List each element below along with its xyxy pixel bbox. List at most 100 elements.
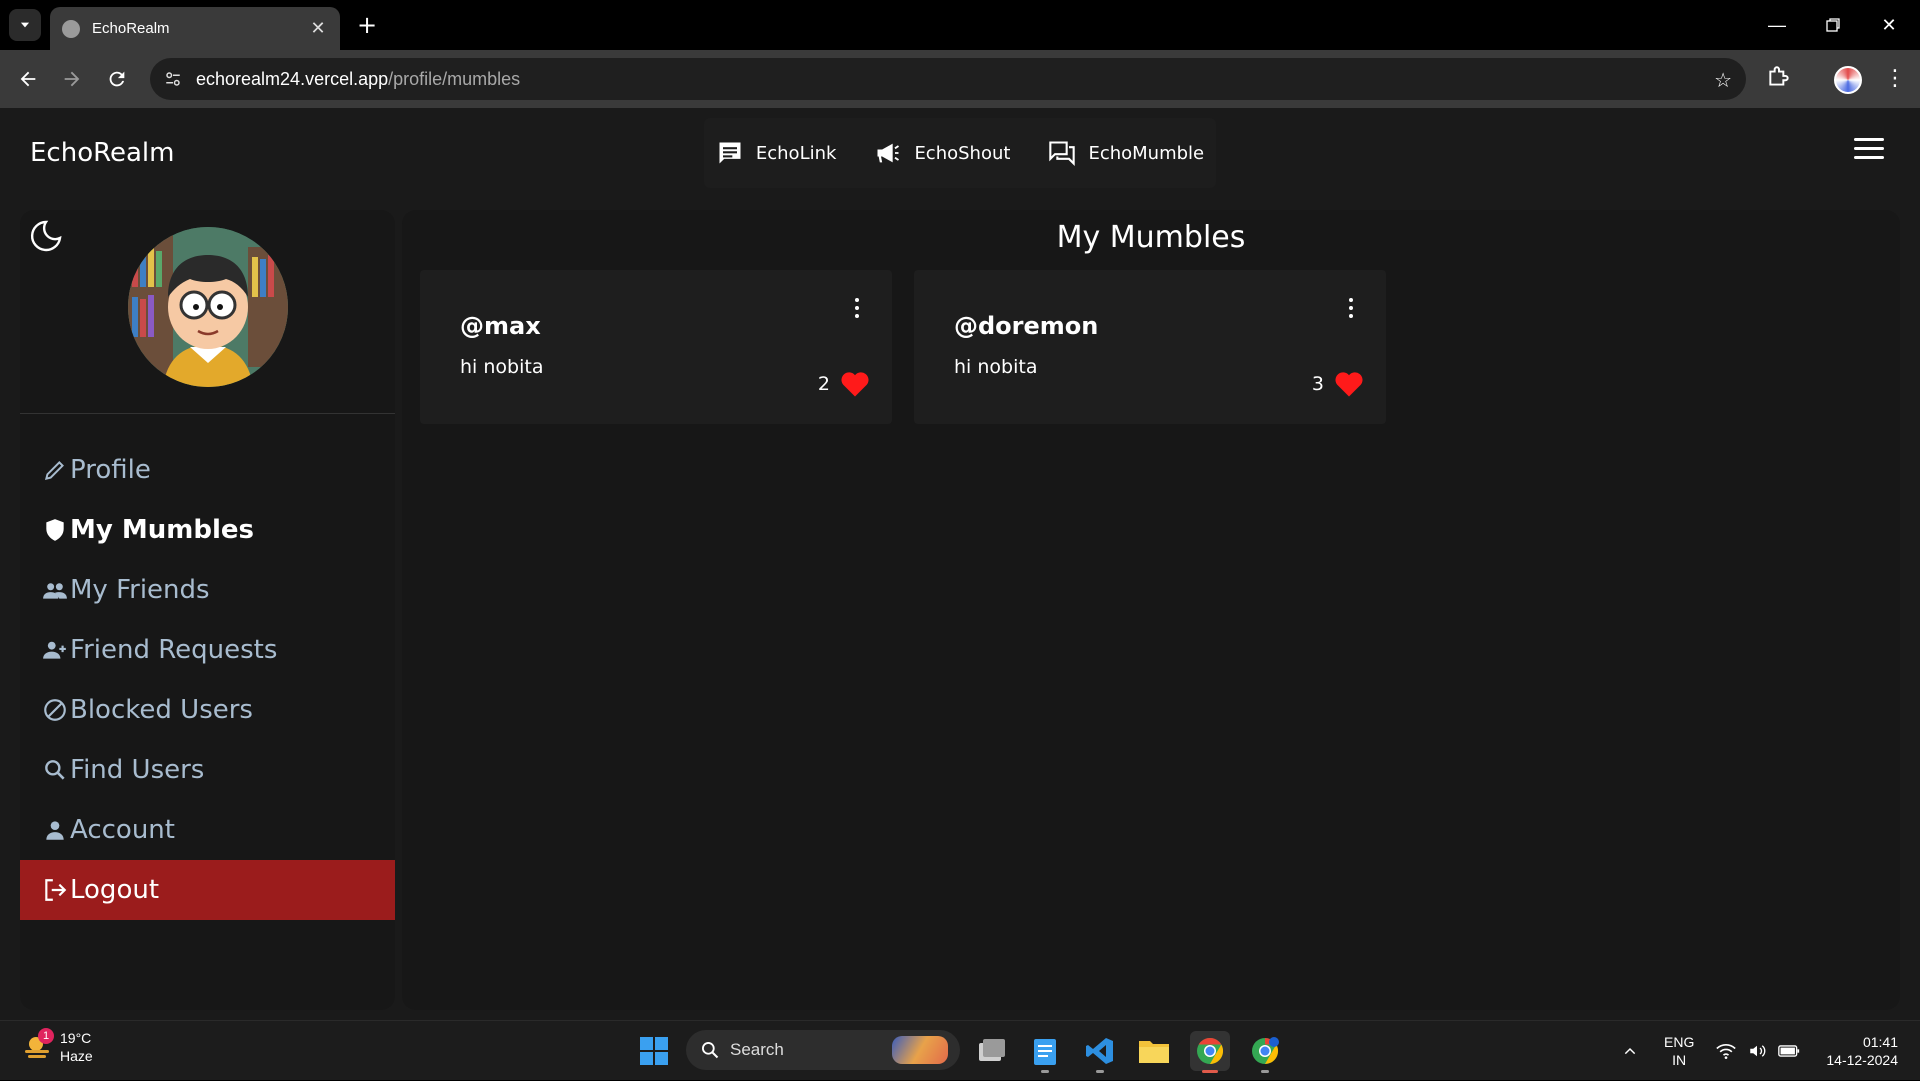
sidebar-item-label: Logout [70,875,160,905]
megaphone-icon [877,143,900,163]
wifi-icon [1716,1044,1736,1059]
sidebar-item-label: My Mumbles [70,515,254,545]
nav-echomumble[interactable]: EchoMumble [1048,139,1204,167]
heart-icon[interactable] [1334,370,1364,398]
chevron-up-icon[interactable] [1622,1021,1638,1081]
heart-icon[interactable] [840,370,870,398]
sidebar-item-label: Friend Requests [70,635,278,665]
restore-icon[interactable] [1810,10,1856,40]
browser-tab[interactable]: EchoRealm ✕ [50,7,340,50]
taskbar-search[interactable]: Search [686,1030,960,1070]
search-icon [45,760,65,780]
star-icon[interactable]: ☆ [1714,68,1732,92]
block-icon [44,699,66,721]
logout-icon [45,879,67,901]
clock-date: 14-12-2024 [1826,1052,1898,1068]
reload-icon[interactable] [101,63,133,95]
vscode-icon[interactable] [1080,1031,1120,1073]
tab-list-icon[interactable] [9,9,41,41]
volume-icon [1750,1045,1766,1057]
mumble-author[interactable]: @doremon [954,312,1098,340]
mumble-text: hi nobita [460,356,544,378]
close-icon[interactable]: ✕ [308,18,328,39]
file-explorer-icon[interactable] [1134,1031,1174,1071]
forum-icon [1049,141,1076,167]
like-control[interactable]: 2 [818,370,870,398]
sidebar-item-blocked-users[interactable]: Blocked Users [20,680,395,740]
moon-icon[interactable] [26,216,66,256]
top-nav: EchoLink EchoShout EchoMumble [704,118,1216,188]
group-icon [43,583,67,599]
new-tab-icon[interactable]: + [352,10,382,40]
person-icon [46,821,64,840]
chrome-icon[interactable] [1190,1031,1230,1073]
lang-bottom: IN [1672,1052,1687,1068]
nav-echolink-label: EchoLink [755,142,837,164]
clock-time: 01:41 [1862,1034,1898,1050]
weather-widget[interactable]: 1 19°C Haze [22,1028,93,1065]
search-label: Search [730,1040,784,1059]
more-vert-icon[interactable] [1346,298,1356,320]
weather-badge: 1 [38,1028,54,1044]
nav-echolink[interactable]: EchoLink [716,139,837,167]
url-path: /profile/mumbles [388,68,521,89]
sidebar-item-profile[interactable]: Profile [20,440,395,500]
chrome-profile-icon[interactable] [1245,1031,1285,1073]
sidebar-item-label: My Friends [70,575,210,605]
address-bar[interactable]: echorealm24.vercel.app/profile/mumbles ☆ [150,58,1746,100]
back-icon[interactable] [12,63,44,95]
search-highlight-art [892,1036,948,1064]
task-view-icon[interactable] [972,1031,1012,1071]
tab-title: EchoRealm [92,20,170,37]
sidebar-item-my-mumbles[interactable]: My Mumbles [20,500,395,560]
sidebar-item-find-users[interactable]: Find Users [20,740,395,800]
kebab-icon[interactable]: ⋮ [1880,64,1910,94]
running-indicator [1041,1070,1049,1073]
like-control[interactable]: 3 [1312,370,1364,398]
battery-icon [1778,1045,1800,1057]
browser-toolbar: echorealm24.vercel.app/profile/mumbles ☆… [0,50,1920,108]
nav-echomumble-label: EchoMumble [1088,142,1205,164]
profile-avatar[interactable] [1834,66,1862,94]
chat-icon [719,142,741,164]
haze-icon: 1 [22,1028,54,1062]
mumble-card: @doremon hi nobita 3 [914,270,1386,424]
person-add-icon [43,641,66,659]
running-indicator [1261,1070,1269,1073]
lang-top: ENG [1664,1034,1695,1050]
pencil-icon [44,461,64,481]
mumble-author[interactable]: @max [460,312,541,340]
extensions-icon[interactable] [1766,64,1796,94]
weather-condition: Haze [60,1048,93,1064]
sidebar-item-friend-requests[interactable]: Friend Requests [20,620,395,680]
site-info-icon[interactable] [164,69,184,89]
sidebar-item-label: Find Users [70,755,205,785]
running-indicator [1202,1070,1218,1073]
sidebar-item-my-friends[interactable]: My Friends [20,560,395,620]
nav-echoshout[interactable]: EchoShout [874,139,1010,167]
notepad-icon[interactable] [1025,1031,1065,1073]
profile-sidebar: Profile My Mumbles My Friends Friend Req… [20,210,395,1010]
language-indicator[interactable]: ENG IN [1664,1033,1694,1069]
brand-logo[interactable]: EchoRealm [30,138,175,168]
windows-start-icon[interactable] [640,1037,668,1065]
menu-icon[interactable] [1854,138,1884,162]
browser-titlebar: EchoRealm ✕ + — ✕ [0,0,1920,50]
sidebar-item-label: Profile [70,455,151,485]
temperature: 19°C [60,1030,92,1046]
sidebar-item-account[interactable]: Account [20,800,395,860]
like-count: 2 [817,373,830,395]
forward-icon[interactable] [56,63,88,95]
shield-icon [46,519,64,541]
nav-echoshout-label: EchoShout [914,142,1011,164]
system-tray[interactable] [1716,1021,1800,1081]
close-window-icon[interactable]: ✕ [1866,10,1912,40]
clock[interactable]: 01:41 14-12-2024 [1826,1033,1898,1069]
more-vert-icon[interactable] [852,298,862,320]
web-page: EchoRealm EchoLink EchoShout EchoMumble [0,108,1920,1020]
logout-button[interactable]: Logout [20,860,395,920]
sidebar-divider [20,413,395,414]
minimize-icon[interactable]: — [1754,10,1800,40]
url-host: echorealm24.vercel.app [196,68,389,89]
sidebar-item-label: Account [70,815,175,845]
